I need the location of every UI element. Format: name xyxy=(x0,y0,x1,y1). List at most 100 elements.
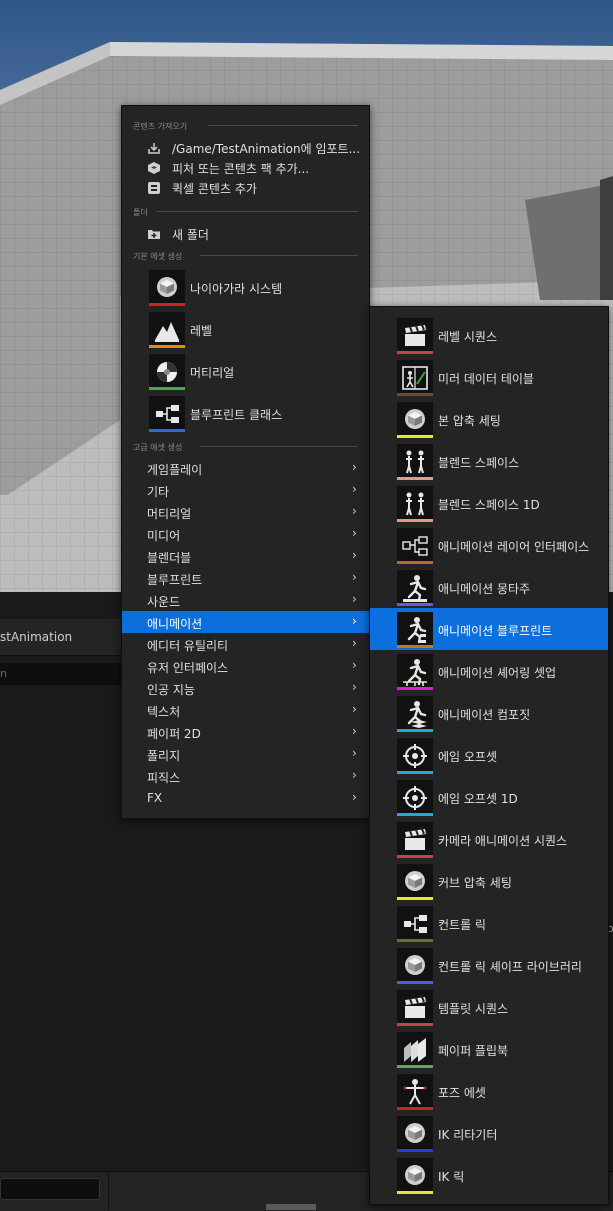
asset-item-label: 나이아가라 시스템 xyxy=(190,282,283,296)
blend-space-1d-icon xyxy=(397,486,433,522)
blend-space-icon xyxy=(397,444,433,480)
category-menu-item[interactable]: 머티리얼 › xyxy=(122,501,369,523)
category-menu-item[interactable]: 유저 인터페이스 › xyxy=(122,655,369,677)
console-input[interactable] xyxy=(0,1178,100,1200)
animation-asset-item[interactable]: 에임 오프셋 1D xyxy=(370,776,608,818)
basic-asset-item[interactable]: 레벨 xyxy=(122,310,369,352)
chevron-right-icon: › xyxy=(352,526,357,540)
section-basic-header: 기본 에셋 생성 xyxy=(133,252,183,261)
import-menu-item[interactable]: 퀵셀 콘텐츠 추가 xyxy=(122,177,369,197)
animation-submenu: 레벨 시퀀스미러 데이터 테이블본 압축 세팅블렌드 스페이스블렌드 스페이스 … xyxy=(369,306,609,1205)
menu-item-label: 피처 또는 콘텐츠 팩 추가... xyxy=(172,162,310,176)
new-folder-icon xyxy=(147,226,161,240)
new-folder-menu-item[interactable]: 새 폴더 xyxy=(122,223,369,243)
animation-asset-item[interactable]: 카메라 애니메이션 시퀀스 xyxy=(370,818,608,860)
asset-item-label: 레벨 시퀀스 xyxy=(438,330,498,344)
category-menu-item[interactable]: 피직스 › xyxy=(122,765,369,787)
category-label: 기타 xyxy=(147,485,170,499)
asset-color-bar xyxy=(397,1023,433,1026)
animation-asset-item[interactable]: 본 압축 세팅 xyxy=(370,398,608,440)
category-menu-item[interactable]: 블렌더블 › xyxy=(122,545,369,567)
animation-asset-item[interactable]: 레벨 시퀀스 xyxy=(370,314,608,356)
asset-item-label: 애니메이션 셰어링 셋업 xyxy=(438,666,557,680)
anim-blueprint-icon xyxy=(397,612,433,648)
asset-item-label: 컨트롤 릭 셰이프 라이브러리 xyxy=(438,960,582,974)
category-label: 피직스 xyxy=(147,771,181,785)
asset-item-label: 블루프린트 클래스 xyxy=(190,408,283,422)
category-menu-item[interactable]: 게임플레이 › xyxy=(122,457,369,479)
asset-item-label: IK 릭 xyxy=(438,1170,465,1184)
animation-asset-item[interactable]: 애니메이션 컴포짓 xyxy=(370,692,608,734)
asset-item-label: 블렌드 스페이스 1D xyxy=(438,498,540,512)
control-rig-shape-library-icon xyxy=(397,948,433,984)
category-menu-item[interactable]: 에디터 유틸리티 › xyxy=(122,633,369,655)
asset-color-bar xyxy=(397,603,433,606)
asset-color-bar xyxy=(397,561,433,564)
asset-color-bar xyxy=(397,1107,433,1110)
asset-color-bar xyxy=(397,813,433,816)
animation-asset-item[interactable]: 블렌드 스페이스 xyxy=(370,440,608,482)
asset-item-label: 애니메이션 몽타주 xyxy=(438,582,531,596)
category-menu-item[interactable]: FX › xyxy=(122,787,369,809)
animation-asset-item[interactable]: 애니메이션 셰어링 셋업 xyxy=(370,650,608,692)
section-divider xyxy=(208,125,358,126)
animation-asset-item[interactable]: 컨트롤 릭 셰이프 라이브러리 xyxy=(370,944,608,986)
category-menu-item[interactable]: 인공 지능 › xyxy=(122,677,369,699)
category-menu-item[interactable]: 애니메이션 › xyxy=(122,611,369,633)
basic-asset-item[interactable]: 머티리얼 xyxy=(122,352,369,394)
ik-rig-icon xyxy=(397,1158,433,1194)
horizontal-scrollbar[interactable] xyxy=(266,1204,316,1210)
animation-asset-item[interactable]: 에임 오프셋 xyxy=(370,734,608,776)
category-label: 머티리얼 xyxy=(147,507,192,521)
content-browser-search-input[interactable] xyxy=(0,663,123,685)
asset-item-label: 애니메이션 레이어 인터페이스 xyxy=(438,540,590,554)
asset-item-label: 블렌드 스페이스 xyxy=(438,456,520,470)
import-menu-item[interactable]: /Game/TestAnimation에 임포트... xyxy=(122,137,369,157)
camera-anim-sequence-icon xyxy=(397,822,433,858)
asset-item-label: 카메라 애니메이션 시퀀스 xyxy=(438,834,568,848)
asset-item-label: 커브 압축 세팅 xyxy=(438,876,512,890)
asset-item-label: 미러 데이터 테이블 xyxy=(438,372,534,386)
import-menu-item[interactable]: 피처 또는 콘텐츠 팩 추가... xyxy=(122,157,369,177)
category-menu-item[interactable]: 기타 › xyxy=(122,479,369,501)
animation-asset-item[interactable]: IK 리타기터 xyxy=(370,1112,608,1154)
menu-item-label: 새 폴더 xyxy=(172,228,209,242)
asset-color-bar xyxy=(397,687,433,690)
asset-color-bar xyxy=(397,1149,433,1152)
animation-asset-item[interactable]: 애니메이션 블루프린트 xyxy=(370,608,608,650)
asset-color-bar xyxy=(397,1191,433,1194)
chevron-right-icon: › xyxy=(352,548,357,562)
animation-asset-item[interactable]: 컨트롤 릭 xyxy=(370,902,608,944)
animation-asset-item[interactable]: 블렌드 스페이스 1D xyxy=(370,482,608,524)
level-icon xyxy=(149,312,185,348)
animation-asset-item[interactable]: 페이퍼 플립북 xyxy=(370,1028,608,1070)
category-menu-item[interactable]: 사운드 › xyxy=(122,589,369,611)
category-menu-item[interactable]: 폴리지 › xyxy=(122,743,369,765)
chevron-right-icon: › xyxy=(352,658,357,672)
animation-asset-item[interactable]: 애니메이션 몽타주 xyxy=(370,566,608,608)
animation-asset-item[interactable]: 포즈 에셋 xyxy=(370,1070,608,1112)
chevron-right-icon: › xyxy=(352,482,357,496)
category-label: 에디터 유틸리티 xyxy=(147,639,229,653)
category-menu-item[interactable]: 미디어 › xyxy=(122,523,369,545)
animation-asset-item[interactable]: IK 릭 xyxy=(370,1154,608,1196)
basic-asset-item[interactable]: 블루프린트 클래스 xyxy=(122,394,369,436)
category-label: 사운드 xyxy=(147,595,181,609)
category-menu-item[interactable]: 페이퍼 2D › xyxy=(122,721,369,743)
animation-asset-item[interactable]: 미러 데이터 테이블 xyxy=(370,356,608,398)
category-label: 유저 인터페이스 xyxy=(147,661,229,675)
aim-offset-1d-icon xyxy=(397,780,433,816)
asset-item-label: 레벨 xyxy=(190,324,213,338)
basic-asset-item[interactable]: 나이아가라 시스템 xyxy=(122,268,369,310)
category-menu-item[interactable]: 텍스처 › xyxy=(122,699,369,721)
content-pack-icon xyxy=(147,160,161,174)
animation-asset-item[interactable]: 템플릿 시퀀스 xyxy=(370,986,608,1028)
section-divider xyxy=(156,211,358,212)
category-menu-item[interactable]: 블루프린트 › xyxy=(122,567,369,589)
animation-asset-item[interactable]: 커브 압축 세팅 xyxy=(370,860,608,902)
animation-asset-item[interactable]: 애니메이션 레이어 인터페이스 xyxy=(370,524,608,566)
section-import-header: 콘텐츠 가져오기 xyxy=(133,122,188,131)
menu-item-label: 퀵셀 콘텐츠 추가 xyxy=(172,182,257,196)
asset-color-bar xyxy=(397,351,433,354)
bone-compression-icon xyxy=(397,402,433,438)
